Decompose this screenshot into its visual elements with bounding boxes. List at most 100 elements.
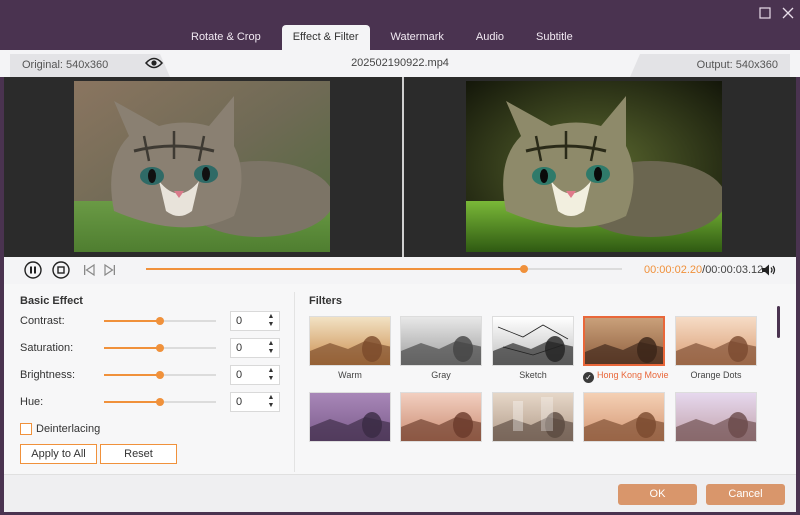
filter-label: Hong Kong Movie	[597, 370, 669, 380]
filter-thumbnail[interactable]	[583, 316, 665, 366]
saturation-stepper[interactable]: 0 ▲ ▼	[230, 338, 280, 358]
filter-item[interactable]: Gray	[400, 316, 482, 380]
deinterlacing-checkbox[interactable]	[20, 423, 32, 435]
hue-value[interactable]: 0	[236, 396, 242, 408]
settings-panel: Basic Effect Contrast: 0 ▲ ▼ Saturation: 0…	[4, 284, 796, 474]
current-time: 00:00:02.20	[644, 264, 703, 276]
filter-thumbnail[interactable]	[400, 316, 482, 366]
info-bar: 202502190922.mp4 Original: 540x360 Outpu…	[0, 50, 800, 77]
filter-thumbnail[interactable]	[492, 392, 574, 442]
pause-button[interactable]	[24, 261, 42, 282]
filter-name: ✓ Hong Kong Movie	[583, 370, 669, 383]
saturation-row: Saturation: 0 ▲ ▼	[20, 338, 295, 358]
filter-thumbnail[interactable]	[675, 316, 757, 366]
original-preview-image	[74, 81, 330, 252]
filter-thumbnail[interactable]	[492, 316, 574, 366]
filter-item[interactable]: Sketch	[492, 316, 574, 380]
brightness-value[interactable]: 0	[236, 369, 242, 381]
saturation-value[interactable]: 0	[236, 342, 242, 354]
filter-name: Warm	[309, 370, 391, 380]
filter-thumbnail[interactable]	[309, 316, 391, 366]
tab-effect-filter[interactable]: Effect & Filter	[281, 25, 370, 50]
chevron-up-icon[interactable]: ▲	[265, 340, 277, 348]
contrast-slider-handle[interactable]	[156, 317, 164, 325]
tab-audio[interactable]: Audio	[465, 25, 515, 50]
filter-item[interactable]	[492, 392, 574, 446]
filter-item[interactable]: Orange Dots	[675, 316, 757, 380]
progress-slider[interactable]	[146, 265, 622, 273]
maximize-icon[interactable]	[757, 6, 773, 22]
tab-rotate-crop[interactable]: Rotate & Crop	[180, 25, 272, 50]
progress-handle[interactable]	[520, 265, 529, 273]
filter-label: Warm	[338, 370, 362, 380]
filter-item[interactable]: ✓ Hong Kong Movie	[583, 316, 669, 383]
cancel-button[interactable]: Cancel	[706, 484, 785, 505]
filter-thumbnail[interactable]	[309, 392, 391, 442]
contrast-stepper[interactable]: 0 ▲ ▼	[230, 311, 280, 331]
brightness-slider[interactable]	[104, 371, 216, 379]
saturation-label: Saturation:	[20, 342, 74, 354]
contrast-row: Contrast: 0 ▲ ▼	[20, 311, 295, 331]
chevron-down-icon[interactable]: ▼	[265, 348, 277, 356]
hue-label: Hue:	[20, 396, 44, 408]
filter-thumbnail[interactable]	[583, 392, 665, 442]
hue-stepper[interactable]: 0 ▲ ▼	[230, 392, 280, 412]
filter-name: Gray	[400, 370, 482, 380]
tab-bar: Rotate & Crop Effect & Filter Watermark …	[180, 25, 594, 50]
stop-button[interactable]	[52, 261, 70, 282]
footer-bar: OK Cancel	[4, 474, 796, 512]
saturation-slider-handle[interactable]	[156, 344, 164, 352]
preview-divider	[402, 77, 404, 257]
brightness-slider-fill	[104, 374, 160, 376]
chevron-up-icon[interactable]: ▲	[265, 313, 277, 321]
volume-icon[interactable]	[761, 263, 777, 280]
chevron-up-icon[interactable]: ▲	[265, 367, 277, 375]
preview-area	[4, 77, 796, 257]
progress-fill	[146, 268, 525, 270]
next-frame-icon[interactable]	[103, 263, 117, 280]
previous-frame-icon[interactable]	[82, 263, 96, 280]
output-preview-image	[466, 81, 722, 252]
contrast-slider[interactable]	[104, 317, 216, 325]
brightness-slider-handle[interactable]	[156, 371, 164, 379]
checkmark-icon: ✓	[583, 372, 594, 383]
brightness-row: Brightness: 0 ▲ ▼	[20, 365, 295, 385]
hue-slider[interactable]	[104, 398, 216, 406]
title-bar: Rotate & Crop Effect & Filter Watermark …	[0, 0, 800, 50]
panel-divider	[294, 292, 295, 472]
filter-item[interactable]	[583, 392, 665, 446]
total-time: 00:00:03.12	[705, 264, 764, 276]
contrast-slider-fill	[104, 320, 160, 322]
hue-slider-handle[interactable]	[156, 398, 164, 406]
filter-item[interactable]	[400, 392, 482, 446]
eye-icon[interactable]	[144, 57, 164, 72]
chevron-down-icon[interactable]: ▼	[265, 321, 277, 329]
tab-watermark[interactable]: Watermark	[380, 25, 455, 50]
filters-scrollbar[interactable]	[777, 306, 780, 338]
apply-to-all-button[interactable]: Apply to All	[20, 444, 97, 464]
hue-slider-fill	[104, 401, 160, 403]
chevron-down-icon[interactable]: ▼	[265, 402, 277, 410]
filter-label: Gray	[431, 370, 451, 380]
ok-button[interactable]: OK	[618, 484, 697, 505]
filter-item[interactable]	[675, 392, 757, 446]
filter-thumbnail[interactable]	[675, 392, 757, 442]
filter-thumbnail[interactable]	[400, 392, 482, 442]
filter-item[interactable]: Warm	[309, 316, 391, 380]
contrast-value[interactable]: 0	[236, 315, 242, 327]
reset-button[interactable]: Reset	[100, 444, 177, 464]
filter-label: Sketch	[519, 370, 547, 380]
chevron-up-icon[interactable]: ▲	[265, 394, 277, 402]
basic-effect-title: Basic Effect	[20, 295, 83, 307]
brightness-stepper[interactable]: 0 ▲ ▼	[230, 365, 280, 385]
filters-title: Filters	[309, 295, 343, 307]
output-resolution: Output: 540x360	[630, 54, 790, 77]
saturation-slider-fill	[104, 347, 160, 349]
chevron-down-icon[interactable]: ▼	[265, 375, 277, 383]
close-icon[interactable]	[780, 6, 796, 22]
filter-item[interactable]	[309, 392, 391, 446]
saturation-slider[interactable]	[104, 344, 216, 352]
playback-bar: 00:00:02.20/00:00:03.12	[4, 257, 796, 284]
tab-subtitle[interactable]: Subtitle	[525, 25, 584, 50]
brightness-label: Brightness:	[20, 369, 76, 381]
